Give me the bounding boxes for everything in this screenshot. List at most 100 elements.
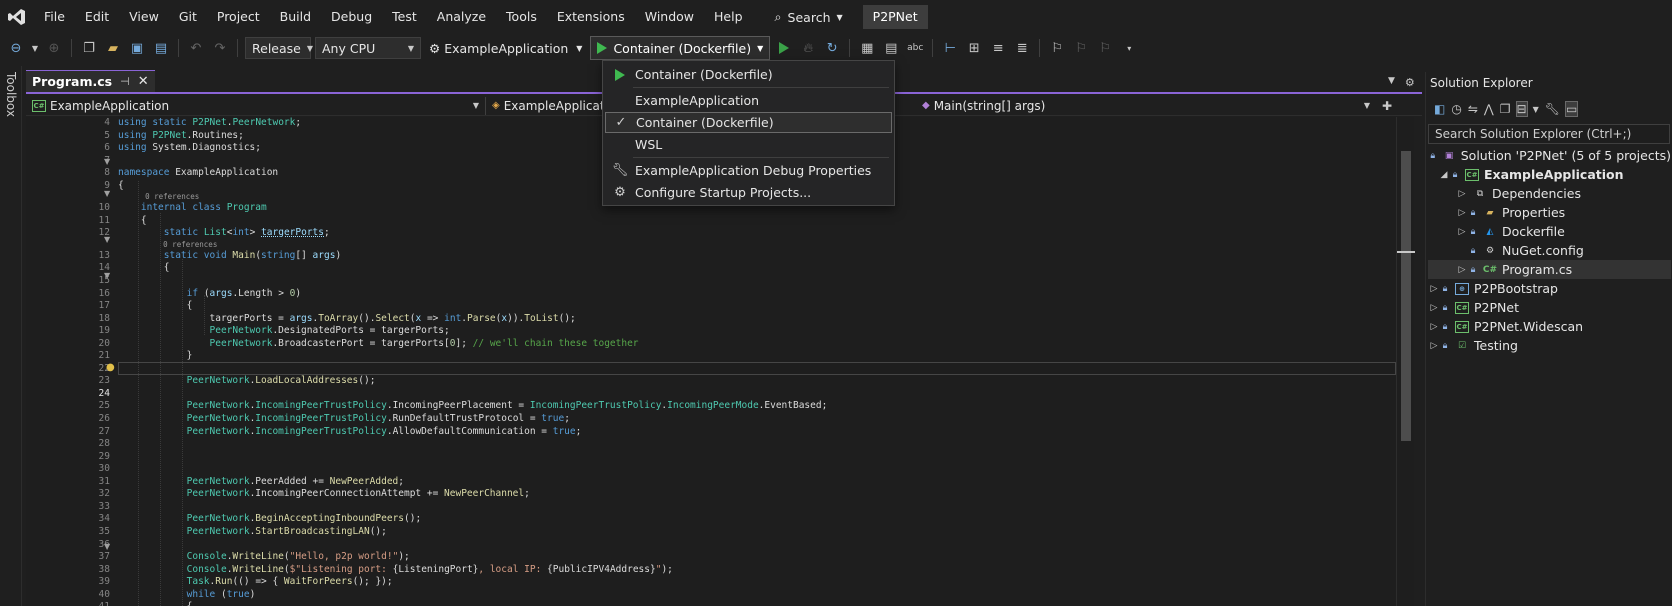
tab-program-cs[interactable]: Program.cs ⊣ ✕ <box>26 70 155 92</box>
start-without-debugging-icon[interactable] <box>774 38 794 58</box>
startup-project-select[interactable]: ⚙ ExampleApplication ▼ <box>425 41 586 56</box>
dropdown-item-container-dockerfile[interactable]: Container (Dockerfile) <box>605 64 892 85</box>
collapsed-arrow-icon[interactable]: ▷ <box>1456 265 1468 275</box>
editor-vertical-scrollbar[interactable] <box>1396 117 1415 606</box>
menu-item-tools[interactable]: Tools <box>496 5 547 29</box>
step-icon[interactable]: ⊢ <box>940 38 960 58</box>
wrench-icon[interactable]: 🔧︎ <box>1545 102 1560 116</box>
split-editor-icon[interactable]: ✚ <box>1382 99 1392 113</box>
chevron-down-icon[interactable]: ▼ <box>1533 105 1539 114</box>
type-dropdown[interactable]: ◈ ExampleApplicatio <box>486 97 615 115</box>
browse-icon[interactable]: ▦ <box>857 38 877 58</box>
back-icon[interactable]: ◧ <box>1434 102 1445 116</box>
tab-list-dropdown-icon[interactable]: ▼ <box>1388 76 1395 89</box>
dropdown-item-container-dockerfile-selected[interactable]: ✓ Container (Dockerfile) <box>605 112 892 133</box>
platform-select[interactable]: Any CPU ▼ <box>315 37 421 59</box>
expanded-arrow-icon[interactable]: ◢ <box>1438 170 1450 180</box>
pin-icon[interactable]: ⊣ <box>120 75 130 88</box>
save-all-icon[interactable]: ▤ <box>151 38 171 58</box>
project-node-p2pnet[interactable]: ▷ 🔒︎ C# P2PNet <box>1428 298 1671 317</box>
history-icon[interactable]: ◷ <box>1451 102 1461 116</box>
next-bookmark-icon[interactable]: ⚐ <box>1095 38 1115 58</box>
collapsed-arrow-icon[interactable]: ▷ <box>1428 341 1440 351</box>
menu-item-debug[interactable]: Debug <box>321 5 382 29</box>
project-node-p2pbootstrap[interactable]: ▷ 🔒︎ ⊕ P2PBootstrap <box>1428 279 1671 298</box>
collapse-method-icon[interactable]: ▼ <box>104 235 110 244</box>
menu-item-extensions[interactable]: Extensions <box>547 5 635 29</box>
settings-icon[interactable]: ⚙ <box>1405 76 1415 89</box>
collapse-class-icon[interactable]: ▼ <box>104 189 110 198</box>
tree-node-dependencies[interactable]: ▷ ⧉ Dependencies <box>1428 184 1671 203</box>
scrollbar-thumb[interactable] <box>1401 151 1411 441</box>
hot-reload-icon[interactable]: 🔥︎ <box>798 38 818 58</box>
navigate-forward-icon[interactable]: ⊕ <box>44 38 64 58</box>
menu-item-build[interactable]: Build <box>270 5 321 29</box>
close-icon[interactable]: ✕ <box>138 74 149 89</box>
save-icon[interactable]: ▣ <box>127 38 147 58</box>
tree-node-program-cs[interactable]: ▷ 🔒︎ C# Program.cs <box>1428 260 1671 279</box>
previous-bookmark-icon[interactable]: ⚐ <box>1071 38 1091 58</box>
bookmark-icon[interactable]: ⚐ <box>1047 38 1067 58</box>
code-line: static void Main(string[] args) <box>163 249 342 261</box>
collapse-while-icon[interactable]: ▼ <box>104 542 110 551</box>
solution-explorer-search-input[interactable]: Search Solution Explorer (Ctrl+;) <box>1428 124 1670 144</box>
redo-icon[interactable]: ↷ <box>210 38 230 58</box>
member-dropdown[interactable]: ◆ Main(string[] args) ▼ <box>916 97 1376 115</box>
menu-item-window[interactable]: Window <box>635 5 704 29</box>
menu-item-git[interactable]: Git <box>169 5 207 29</box>
collapsed-arrow-icon[interactable]: ▷ <box>1456 189 1468 199</box>
collapse-if-icon[interactable]: ▼ <box>104 271 110 280</box>
project-dropdown[interactable]: C# ExampleApplication ▼ <box>26 96 486 115</box>
menu-item-view[interactable]: View <box>119 5 169 29</box>
collapse-all-icon[interactable]: ⋀ <box>1484 102 1494 116</box>
tree-node-nuget-config[interactable]: 🔒︎ ⚙ NuGet.config <box>1428 241 1671 260</box>
new-project-icon[interactable]: ❐ <box>79 38 99 58</box>
lock-icon: 🔒︎ <box>1442 321 1448 332</box>
navigate-back-icon[interactable]: ⊖ <box>6 38 26 58</box>
menu-item-project[interactable]: Project <box>207 5 270 29</box>
menu-item-edit[interactable]: Edit <box>75 5 119 29</box>
undo-icon[interactable]: ↶ <box>186 38 206 58</box>
dropdown-item-wsl[interactable]: WSL <box>605 134 892 155</box>
show-all-files-icon[interactable]: ❐ <box>1500 102 1511 116</box>
dropdown-item-configure-startup-projects[interactable]: ⚙ Configure Startup Projects... <box>605 182 892 203</box>
toolbar-overflow-icon[interactable]: ▾ <box>1119 38 1139 58</box>
collapsed-arrow-icon[interactable]: ▷ <box>1428 322 1440 332</box>
menu-item-help[interactable]: Help <box>704 5 753 29</box>
collapsed-arrow-icon[interactable]: ▷ <box>1428 284 1440 294</box>
format-document-icon[interactable]: ⊞ <box>964 38 984 58</box>
collapsed-arrow-icon[interactable]: ▷ <box>1456 227 1468 237</box>
dropdown-item-debug-properties[interactable]: 🔧︎ ExampleApplication Debug Properties <box>605 160 892 181</box>
lightbulb-icon[interactable]: ● <box>106 362 115 373</box>
comment-lines-icon[interactable]: ≡ <box>988 38 1008 58</box>
tree-node-label: Dependencies <box>1492 186 1581 201</box>
open-folder-icon[interactable]: ▰ <box>103 38 123 58</box>
tree-node-dockerfile[interactable]: ▷ 🔒︎ ◭ Dockerfile <box>1428 222 1671 241</box>
menu-item-test[interactable]: Test <box>382 5 427 29</box>
preview-icon[interactable]: ▭ <box>1564 101 1579 117</box>
toolbox-tab[interactable]: Toolbox <box>4 72 18 117</box>
menu-item-analyze[interactable]: Analyze <box>427 5 496 29</box>
visual-studio-logo-icon[interactable] <box>0 0 34 34</box>
uncomment-lines-icon[interactable]: ≣ <box>1012 38 1032 58</box>
toggle-view-icon[interactable]: ⊟ <box>1515 101 1528 117</box>
sync-icon[interactable]: ⇋ <box>1468 102 1478 116</box>
search-button[interactable]: ⌕ Search ▼ <box>765 5 853 29</box>
start-debugging-button[interactable]: Container (Dockerfile) ▼ <box>590 36 771 60</box>
project-node-p2pnet-widescan[interactable]: ▷ 🔒︎ C# P2PNet.Widescan <box>1428 317 1671 336</box>
collapse-namespace-icon[interactable]: ▼ <box>104 157 110 166</box>
collapsed-arrow-icon[interactable]: ▷ <box>1428 303 1440 313</box>
configuration-select[interactable]: Release ▼ <box>245 37 313 59</box>
layout-icon[interactable]: ▤ <box>881 38 901 58</box>
dropdown-caret-icon[interactable]: ▼ <box>30 38 40 58</box>
spell-check-icon[interactable]: abc <box>905 38 925 58</box>
restart-icon[interactable]: ↻ <box>822 38 842 58</box>
collapsed-arrow-icon[interactable]: ▷ <box>1456 208 1468 218</box>
dropdown-item-exampleapplication[interactable]: ExampleApplication <box>605 90 892 111</box>
codelens-references[interactable]: 0 references <box>118 240 1378 250</box>
solution-node[interactable]: 🔒︎ ▣ Solution 'P2PNet' (5 of 5 projects) <box>1428 146 1671 165</box>
tree-node-properties[interactable]: ▷ 🔒︎ ▰ Properties <box>1428 203 1671 222</box>
project-node-exampleapplication[interactable]: ◢ 🔒︎ C# ExampleApplication <box>1428 165 1671 184</box>
project-node-testing[interactable]: ▷ 🔒︎ ☑ Testing <box>1428 336 1671 355</box>
menu-item-file[interactable]: File <box>34 5 75 29</box>
